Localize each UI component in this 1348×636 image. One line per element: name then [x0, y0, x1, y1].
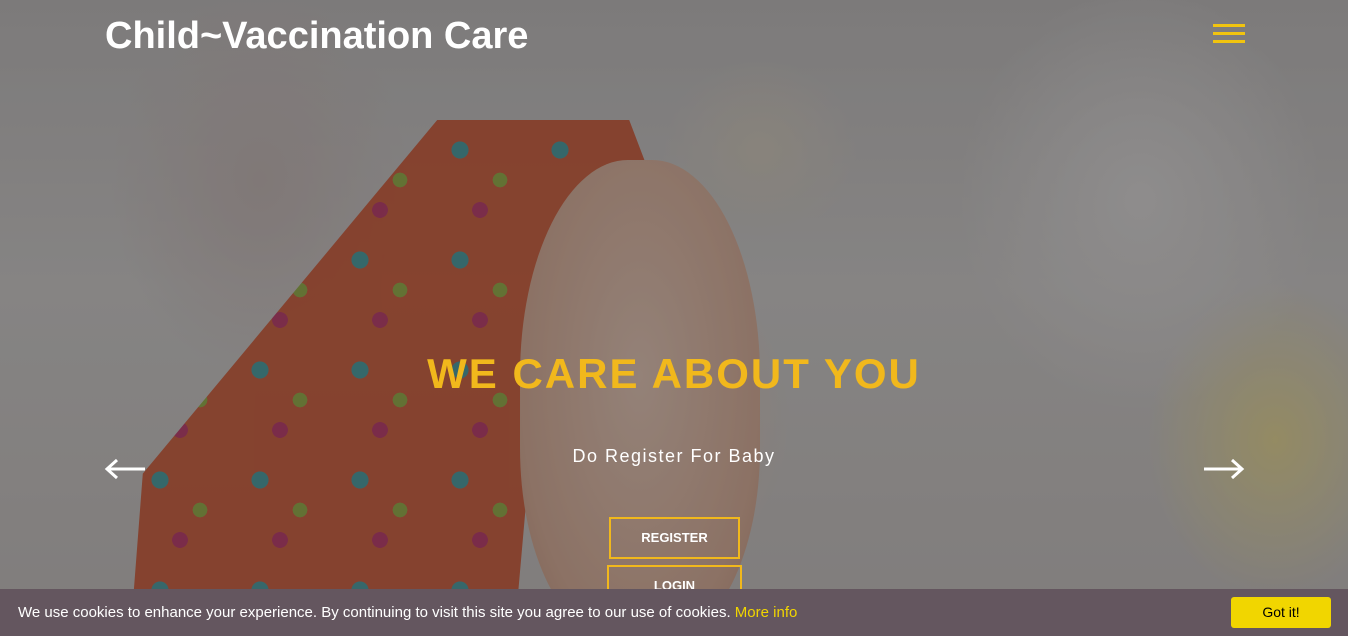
- cookie-accept-button[interactable]: Got it!: [1231, 597, 1331, 628]
- hamburger-menu-icon[interactable]: [1213, 24, 1245, 46]
- hero-headline: WE CARE ABOUT YOU: [427, 350, 921, 397]
- arrow-left-icon: [104, 458, 145, 480]
- menu-bar: [1213, 24, 1245, 27]
- carousel-next-button[interactable]: [1203, 458, 1245, 480]
- arrow-right-icon: [1204, 458, 1245, 480]
- menu-bar: [1213, 40, 1245, 43]
- register-button[interactable]: REGISTER: [609, 517, 740, 559]
- cookie-consent-banner: We use cookies to enhance your experienc…: [0, 589, 1348, 636]
- cookie-message-text: We use cookies to enhance your experienc…: [18, 604, 731, 621]
- hero-carousel: Child~Vaccination Care WE CARE ABOUT YOU…: [0, 0, 1348, 636]
- hero-subheadline: Do Register For Baby: [572, 446, 776, 466]
- cookie-message: We use cookies to enhance your experienc…: [18, 603, 797, 623]
- cookie-more-info-link[interactable]: More info: [735, 604, 798, 621]
- carousel-prev-button[interactable]: [104, 458, 146, 480]
- site-brand-logo[interactable]: Child~Vaccination Care: [105, 12, 528, 60]
- menu-bar: [1213, 32, 1245, 35]
